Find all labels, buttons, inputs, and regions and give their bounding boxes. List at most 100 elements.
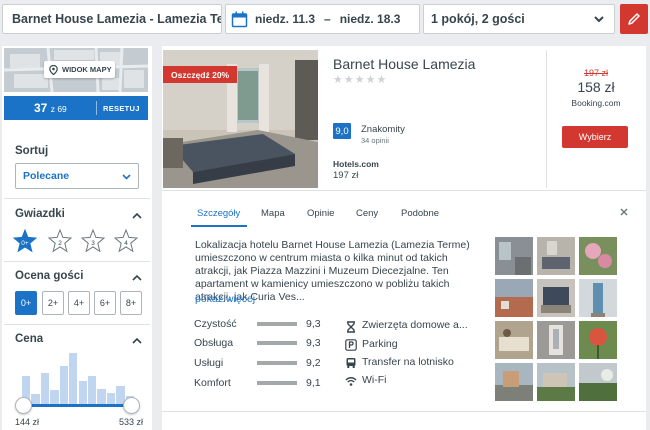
- hotel-photo[interactable]: Oszczędź 20%: [163, 50, 318, 188]
- hourglass-icon: [347, 321, 355, 333]
- tab-details[interactable]: Szczegóły: [197, 208, 240, 219]
- criterion-bar: [257, 361, 297, 365]
- rating-score-badge[interactable]: 9,0: [333, 123, 351, 139]
- histogram-bar: [50, 389, 59, 404]
- guest-rating-title: Ocena gości: [15, 270, 84, 282]
- best-price[interactable]: 158 zł: [546, 79, 646, 95]
- histogram-bar: [59, 365, 69, 404]
- gallery-photo[interactable]: [495, 363, 533, 401]
- gallery-photo[interactable]: [495, 279, 533, 317]
- gallery-photo[interactable]: [579, 237, 617, 275]
- filters-sidebar: WIDOK MAPY 37 z 69 RESETUJ Sortuj Poleca…: [2, 46, 152, 430]
- star-filter-2[interactable]: 2: [48, 229, 72, 253]
- guests-field[interactable]: 1 pokój, 2 gości: [423, 4, 615, 34]
- hotel-card: Oszczędź 20% Barnet House Lamezia ★★★★★ …: [162, 46, 646, 430]
- tab-reviews[interactable]: Opinie: [307, 208, 334, 219]
- amenity-label: Zwierzęta domowe a...: [362, 319, 468, 331]
- price-histogram: [22, 353, 134, 404]
- gallery-photo[interactable]: [537, 237, 575, 275]
- tab-prices[interactable]: Ceny: [356, 208, 378, 219]
- checkin-date[interactable]: niedz. 11.3: [255, 12, 315, 26]
- results-bar: 37 z 69 RESETUJ: [4, 96, 148, 120]
- star-filter-4[interactable]: 4: [114, 229, 138, 253]
- gallery-photo[interactable]: [537, 321, 575, 359]
- checkout-date[interactable]: niedz. 18.3: [340, 12, 401, 26]
- rating-count[interactable]: 34 opinii: [361, 136, 389, 145]
- sort-select[interactable]: Polecane: [15, 163, 139, 189]
- price-slider-track[interactable]: [24, 404, 134, 407]
- close-icon[interactable]: [618, 206, 630, 218]
- chevron-down-icon: [122, 174, 131, 180]
- choose-deal-button[interactable]: Wybierz: [562, 126, 628, 148]
- criterion-label: Obsługa: [194, 337, 234, 349]
- criterion-value: 9,3: [306, 318, 321, 330]
- dates-field[interactable]: niedz. 11.3 – niedz. 18.3: [225, 4, 420, 34]
- tab-map[interactable]: Mapa: [261, 208, 285, 219]
- amenity-label: Parking: [362, 338, 398, 350]
- destination-field[interactable]: Barnet House Lamezia - Lamezia Terme: [2, 4, 222, 34]
- parking-icon: [345, 339, 357, 351]
- rating-word: Znakomity: [361, 124, 405, 135]
- results-separator: [96, 101, 97, 115]
- rating-filter-4[interactable]: 4+: [68, 291, 90, 315]
- divider: [162, 411, 646, 412]
- amenity-label: Transfer na lotnisko: [362, 356, 454, 368]
- rating-filter-8[interactable]: 8+: [120, 291, 142, 315]
- partner-price[interactable]: 197 zł: [333, 170, 358, 181]
- map-view-label: WIDOK MAPY: [62, 65, 112, 74]
- price-max-label: 533 zł: [119, 417, 144, 427]
- gallery-photo[interactable]: [579, 321, 617, 359]
- amenity-label: Wi-Fi: [362, 374, 387, 386]
- rating-filter-2[interactable]: 2+: [42, 291, 64, 315]
- histogram-bar: [106, 392, 116, 404]
- criterion-bar: [257, 341, 297, 345]
- rating-filter-6[interactable]: 6+: [94, 291, 116, 315]
- criterion-bar: [257, 322, 297, 326]
- histogram-bar: [69, 353, 78, 404]
- price-slider-max-handle[interactable]: [123, 397, 140, 414]
- reset-filters-button[interactable]: RESETUJ: [103, 104, 140, 113]
- show-more-link[interactable]: pokaż więcej: [195, 293, 255, 305]
- pencil-icon: [628, 13, 640, 25]
- date-separator: –: [324, 12, 331, 26]
- calendar-icon: [231, 11, 248, 27]
- map-preview[interactable]: WIDOK MAPY: [4, 48, 148, 92]
- hotel-name[interactable]: Barnet House Lamezia: [333, 56, 475, 72]
- hotel-stars: ★★★★★: [333, 74, 388, 86]
- star-filter-label: 0+: [21, 240, 29, 247]
- price-title: Cena: [15, 333, 44, 345]
- chevron-up-icon[interactable]: [132, 337, 142, 344]
- gallery-photo[interactable]: [579, 363, 617, 401]
- rating-filter-0[interactable]: 0+: [15, 291, 37, 315]
- sort-title: Sortuj: [15, 145, 49, 157]
- results-count: 37 z 69: [34, 101, 67, 115]
- chevron-up-icon[interactable]: [132, 274, 142, 281]
- chevron-up-icon[interactable]: [132, 212, 142, 219]
- gallery-photo[interactable]: [495, 321, 533, 359]
- criterion-label: Czystość: [194, 318, 237, 330]
- chevron-down-icon: [594, 16, 604, 23]
- partner-name[interactable]: Hotels.com: [333, 159, 379, 169]
- edit-search-button[interactable]: [620, 4, 648, 34]
- histogram-bar: [97, 388, 106, 404]
- histogram-bar: [40, 373, 50, 404]
- criterion-label: Komfort: [194, 377, 231, 389]
- map-view-button[interactable]: WIDOK MAPY: [44, 61, 115, 78]
- price-slider-min-handle[interactable]: [15, 397, 32, 414]
- gallery-photo[interactable]: [537, 279, 575, 317]
- gallery-photo[interactable]: [537, 363, 575, 401]
- star-filter-label: 3: [91, 240, 95, 247]
- guests-value: 1 pokój, 2 gości: [431, 12, 525, 26]
- criterion-bar: [257, 381, 297, 385]
- gallery-photo[interactable]: [579, 279, 617, 317]
- discount-badge: Oszczędź 20%: [163, 66, 238, 83]
- star-filter-0[interactable]: 0+: [13, 229, 37, 253]
- criterion-label: Usługi: [194, 357, 224, 369]
- tab-similar[interactable]: Podobne: [401, 208, 439, 219]
- location-pin-icon: [49, 64, 58, 75]
- deal-site[interactable]: Booking.com: [546, 98, 646, 108]
- divider: [4, 324, 150, 325]
- old-price: 197 zł: [583, 68, 609, 78]
- star-filter-3[interactable]: 3: [81, 229, 105, 253]
- gallery-photo[interactable]: [495, 237, 533, 275]
